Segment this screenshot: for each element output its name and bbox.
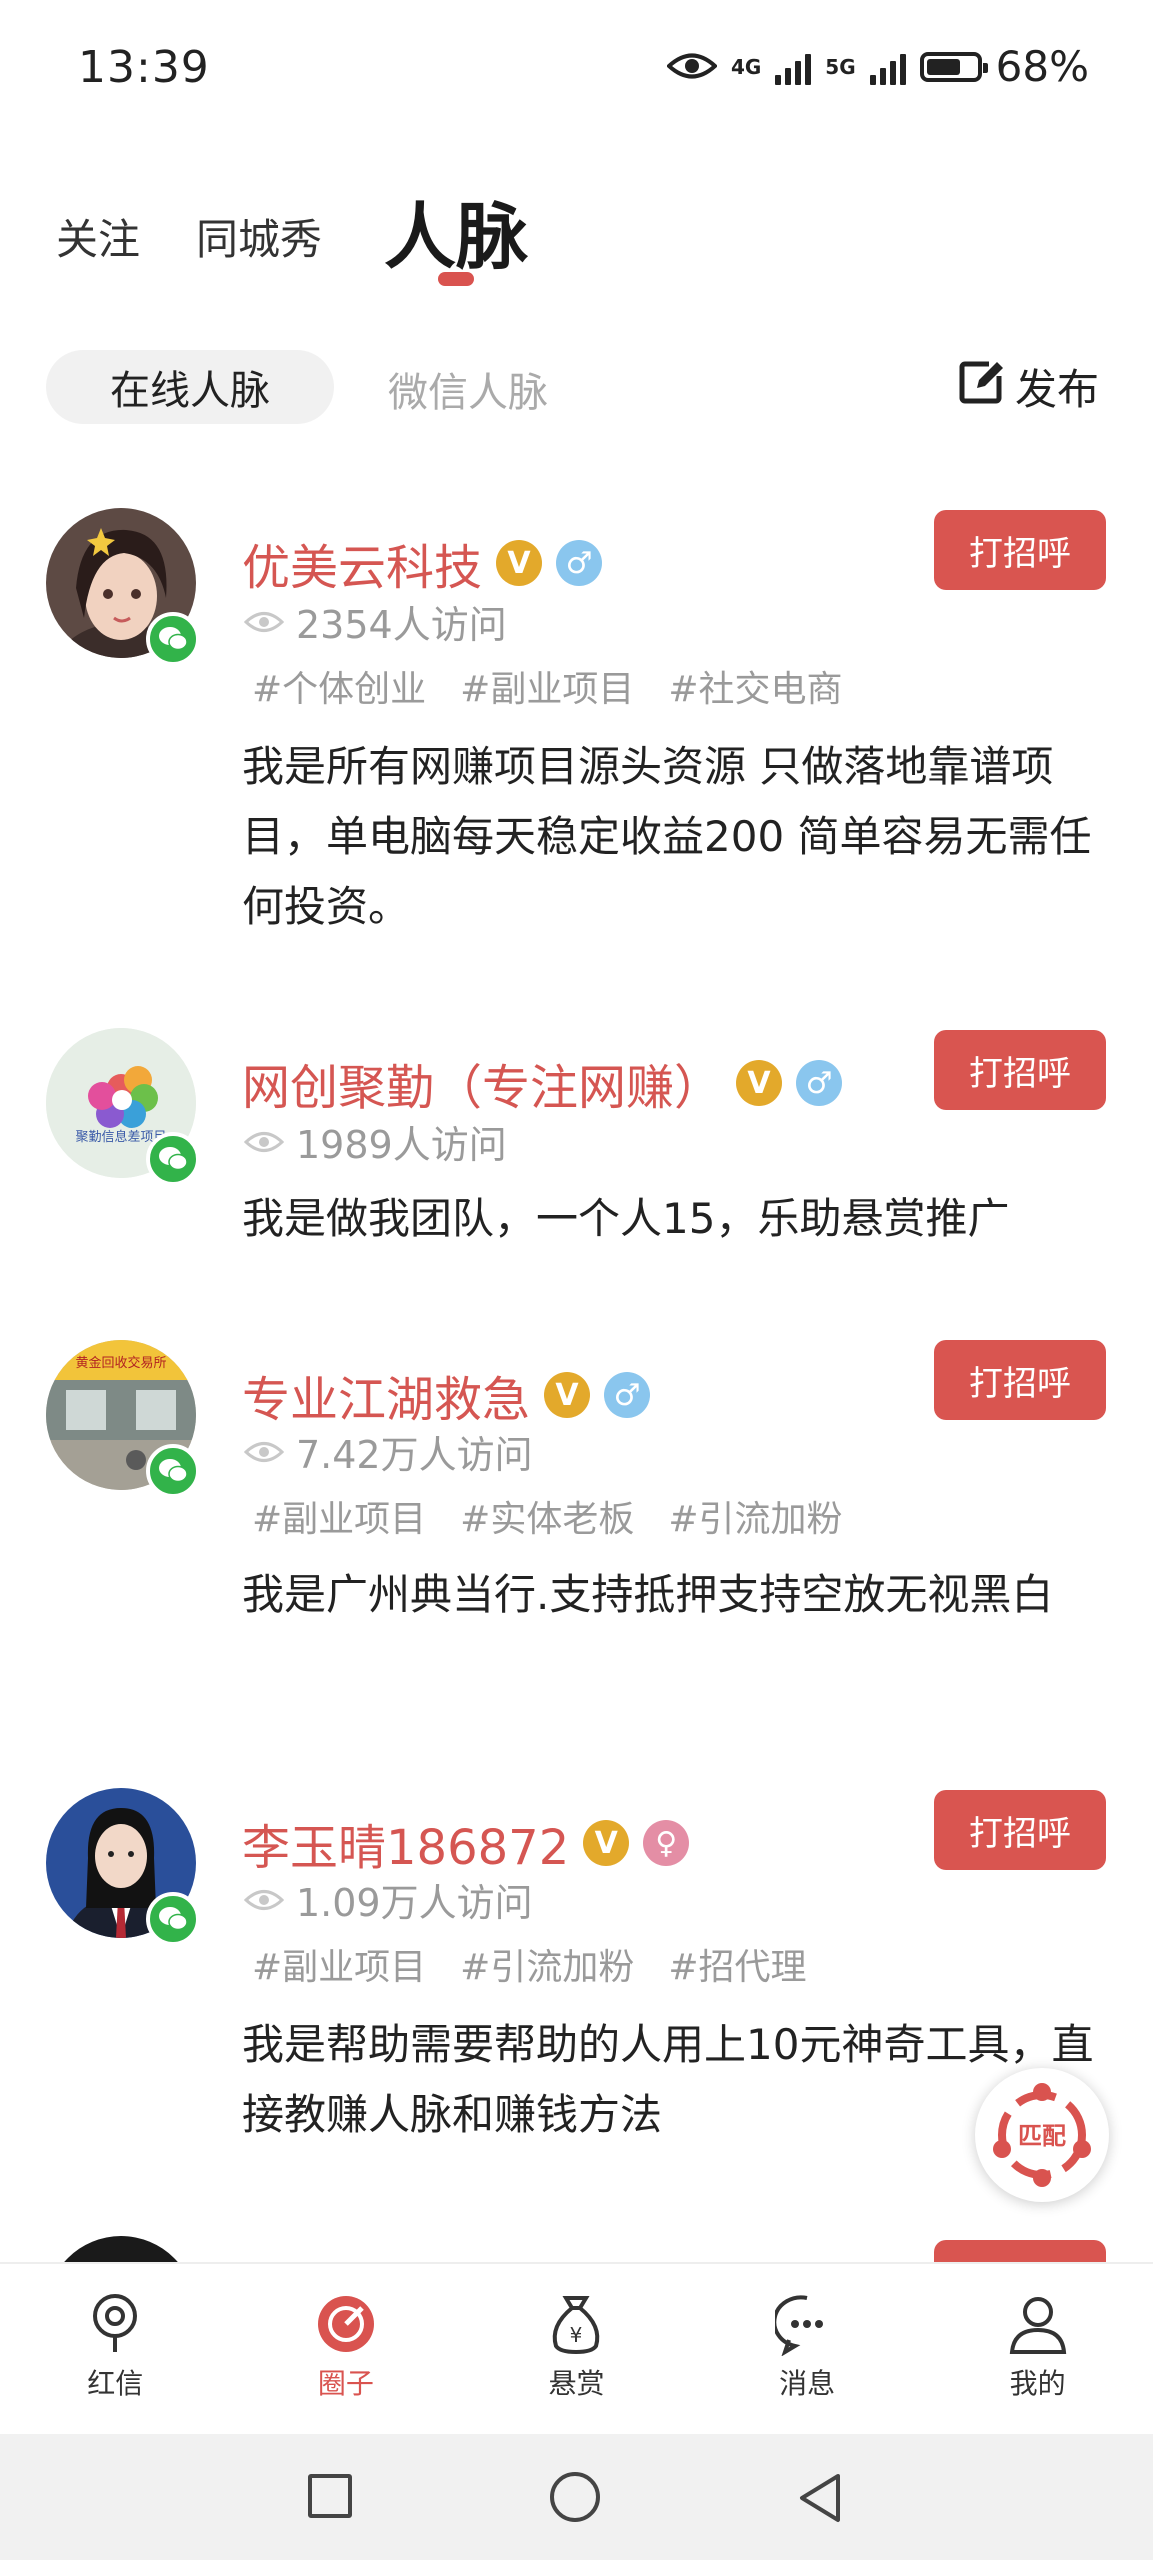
tab-follow[interactable]: 关注 [56,206,140,267]
verified-icon: V [583,1820,630,1866]
nav-label: 消息 [779,2367,836,2400]
battery-icon [919,51,988,82]
signal-icon [869,49,906,85]
tag[interactable]: #副业项目 [252,1490,426,1542]
visit-count: 1989人访问 [296,1123,507,1167]
svg-text:¥: ¥ [570,2323,583,2347]
tag[interactable]: #副业项目 [252,1938,426,1990]
visits: 2354人访问 [243,594,507,649]
visits: 1.09万人访问 [243,1872,533,1927]
user-name[interactable]: 网创聚勤（专注网赚） [242,1048,722,1118]
recent-apps-icon[interactable] [308,2474,352,2518]
user-name[interactable]: 专业江湖救急 [242,1360,530,1430]
visit-count: 1.09万人访问 [296,1881,533,1925]
eye-icon [243,1878,285,1922]
nav-item-me[interactable]: 我的 [922,2264,1153,2436]
circle-compass-icon [317,2296,374,2352]
card-header: 优美云科技 V ♂ [242,528,603,598]
user-name[interactable]: 优美云科技 [242,528,482,598]
tag[interactable]: #个体创业 [252,660,426,712]
user-bio: 我是广州典当行.支持抵押支持空放无视黑白 [242,1570,1054,1619]
battery-percent: 68% [995,42,1089,91]
verified-icon: V [736,1060,783,1106]
user-name[interactable]: 李玉晴186872 [242,1808,569,1878]
home-icon[interactable] [550,2472,600,2522]
user-bio: 我是帮助需要帮助的人用上10元神奇工具，直接教赚人脉和赚钱方法 [242,2020,1094,2139]
avatar-partial [46,2236,196,2262]
back-icon[interactable] [796,2472,844,2528]
nav-label: 悬赏 [548,2367,605,2400]
tag[interactable]: #引流加粉 [668,1490,842,1542]
greet-button[interactable]: 打招呼 [934,510,1106,590]
male-icon: ♂ [604,1372,651,1418]
visit-count: 2354人访问 [296,603,507,647]
tab-contacts[interactable]: 人脉 [384,178,528,283]
eye-icon [243,1120,285,1164]
visits: 7.42万人访问 [243,1424,533,1479]
card-header: 专业江湖救急 V ♂ [242,1360,651,1430]
network-label-4g: 4G [730,54,762,79]
nav-label: 我的 [1009,2367,1066,2400]
wechat-icon [146,612,200,666]
nav-item-messages[interactable]: 消息 [692,2264,923,2436]
tab-local-show[interactable]: 同城秀 [196,206,322,267]
match-label: 匹配 [1018,2122,1066,2150]
greet-button[interactable]: 打招呼 [934,1790,1106,1870]
greet-button-partial [934,2240,1106,2262]
bottom-nav: 红信 圈子 ¥ 悬赏 消息 我的 [0,2262,1153,2436]
eye-icon [243,1430,285,1474]
male-icon: ♂ [556,540,603,586]
greet-button[interactable]: 打招呼 [934,1030,1106,1110]
visits: 1989人访问 [243,1114,507,1169]
card-header: 李玉晴186872 V ♀ [242,1808,690,1878]
tag-list: #个体创业 #副业项目 #社交电商 [252,660,843,712]
system-nav-bar [0,2434,1153,2560]
female-icon: ♀ [643,1820,690,1866]
tag[interactable]: #社交电商 [668,660,842,712]
eye-icon [243,600,285,644]
tag[interactable]: #副业项目 [460,660,634,712]
network-label-5g: 5G [825,54,856,79]
nav-label: 红信 [87,2367,144,2400]
wechat-icon [146,1132,200,1186]
subtab-wechat-contacts[interactable]: 微信人脉 [388,360,548,418]
wechat-icon [146,1444,200,1498]
location-pin-icon [93,2294,138,2352]
nav-item-circle[interactable]: 圈子 [231,2264,462,2436]
wechat-icon [146,1892,200,1946]
nav-item-hongxin[interactable]: 红信 [0,2264,231,2436]
status-icons: 4G 5G 68% [665,42,1089,91]
user-bio: 我是所有网赚项目源头资源 只做落地靠谱项目，单电脑每天稳定收益200 简单容易无… [242,742,1092,931]
tab-indicator [438,272,474,286]
avatar-text: 黄金回收交易所 [75,1356,167,1371]
greet-button[interactable]: 打招呼 [934,1340,1106,1420]
user-bio: 我是做我团队，一个人15，乐助悬赏推广 [242,1194,1010,1243]
publish-button[interactable]: 发布 [959,356,1099,417]
edit-icon [959,360,1003,414]
tag[interactable]: #招代理 [668,1938,806,1990]
nav-label: 圈子 [317,2367,374,2400]
tag[interactable]: #实体老板 [460,1490,634,1542]
card-header: 网创聚勤（专注网赚） V ♂ [242,1048,843,1118]
eye-icon [665,42,718,91]
nav-item-reward[interactable]: ¥ 悬赏 [461,2264,692,2436]
verified-icon: V [544,1372,591,1418]
match-button[interactable]: 匹配 [975,2068,1109,2202]
money-bag-icon: ¥ [553,2296,600,2355]
status-time: 13:39 [78,42,210,93]
subtab-online-contacts[interactable]: 在线人脉 [46,350,334,424]
signal-icon [775,49,812,85]
publish-label: 发布 [1014,365,1099,414]
tag-list: #副业项目 #引流加粉 #招代理 [252,1938,807,1990]
tag[interactable]: #引流加粉 [460,1938,634,1990]
chat-bubble-icon [775,2295,824,2356]
male-icon: ♂ [796,1060,843,1106]
verified-icon: V [496,540,543,586]
visit-count: 7.42万人访问 [296,1433,533,1477]
tag-list: #副业项目 #实体老板 #引流加粉 [252,1490,843,1542]
person-icon [1009,2297,1066,2354]
